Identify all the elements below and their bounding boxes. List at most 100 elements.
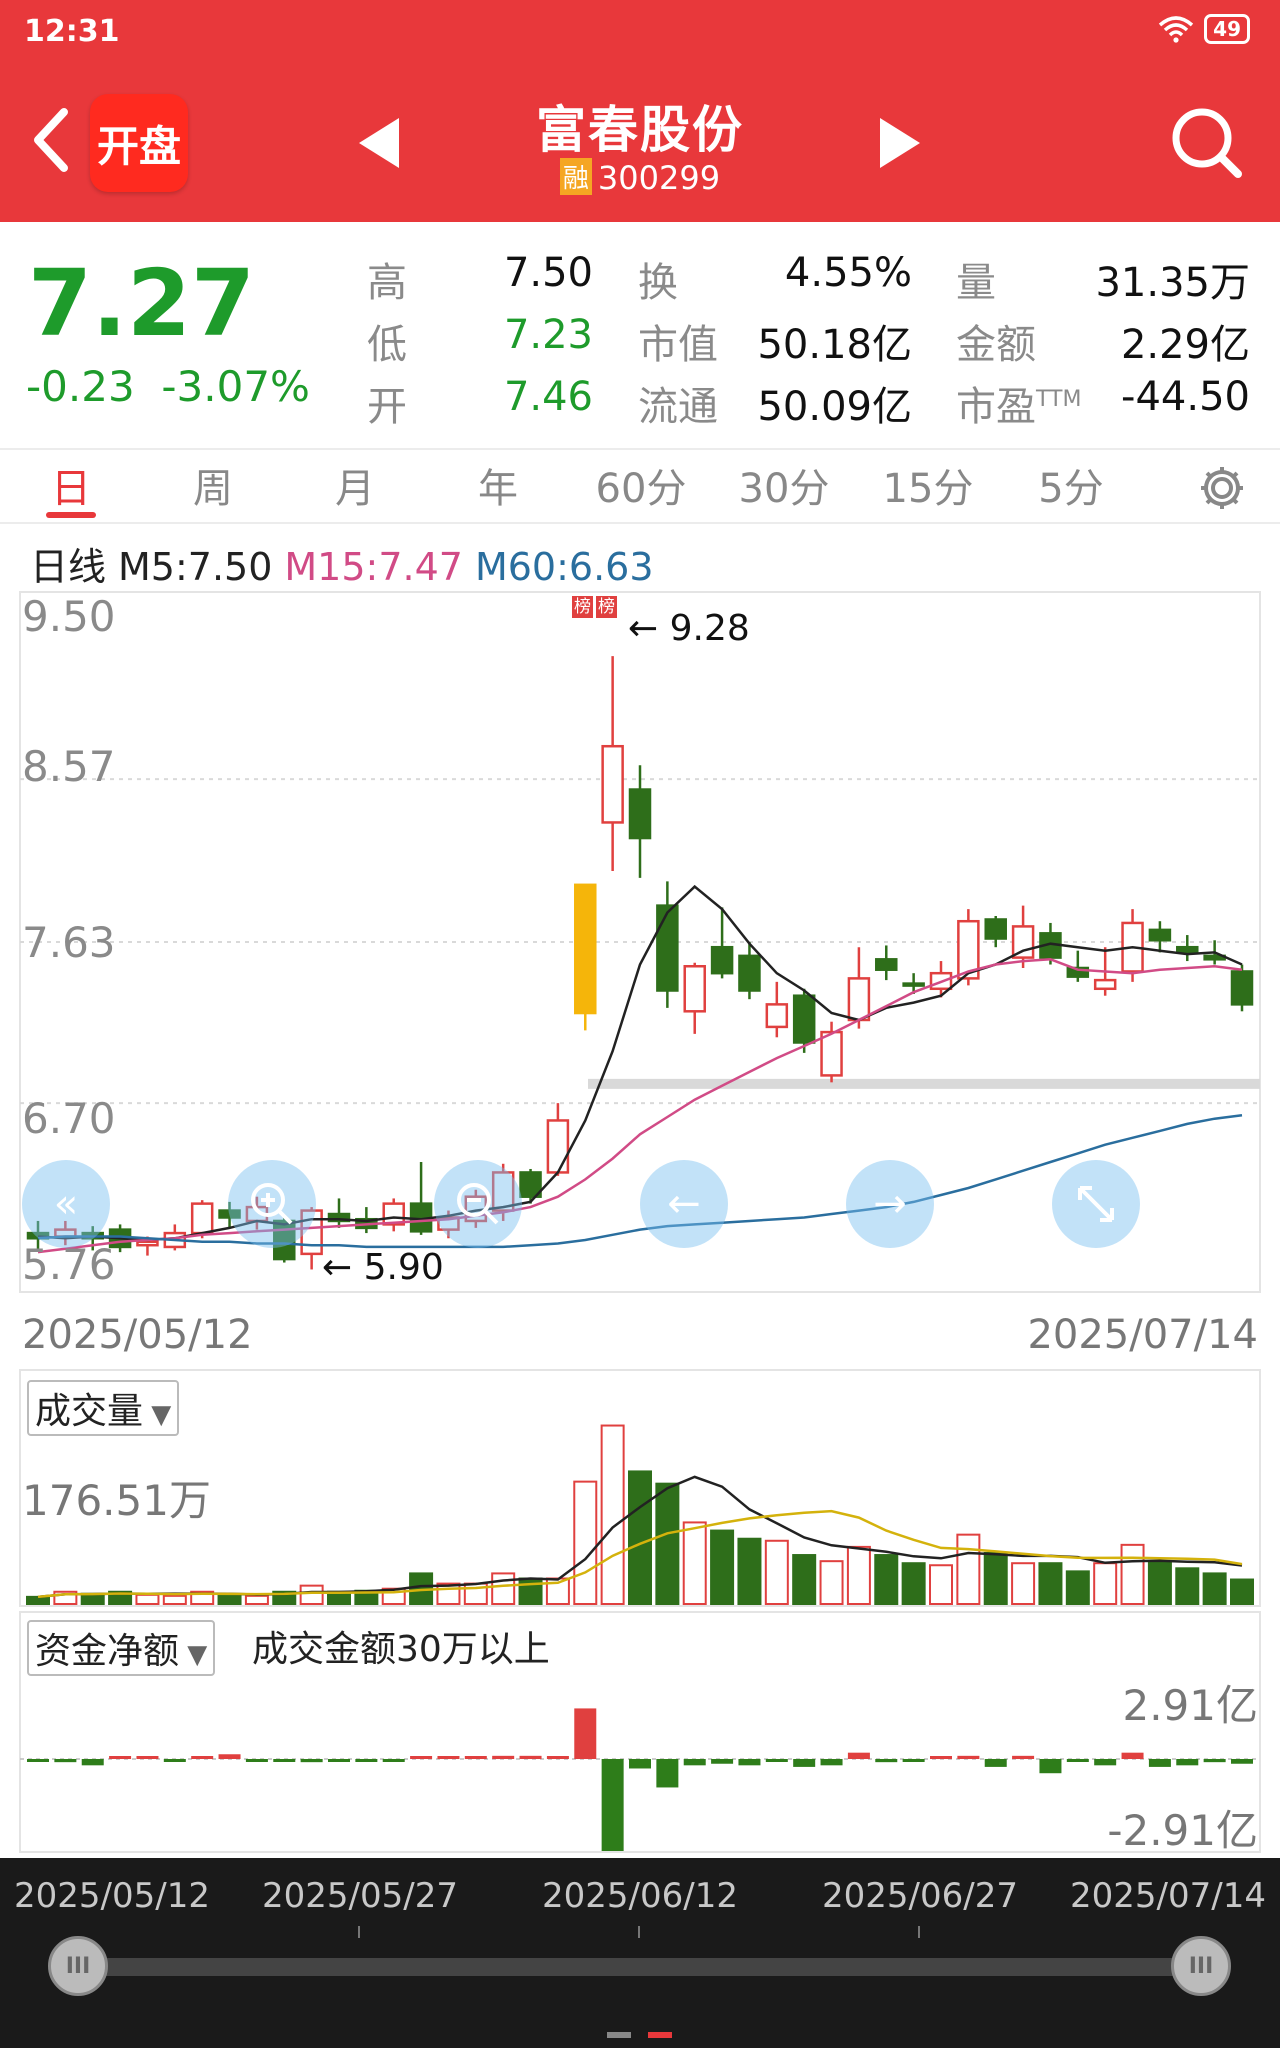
scroller-date: 2025/06/12: [542, 1876, 738, 1916]
fast-backward-button[interactable]: «: [22, 1160, 110, 1248]
fund-bar: [793, 1759, 816, 1767]
candle-body: [136, 1240, 159, 1247]
volume-bar: [244, 1594, 269, 1605]
fund-bar: [81, 1759, 104, 1766]
fund-bar: [245, 1759, 268, 1762]
fund-bar: [1148, 1759, 1171, 1767]
volume-bar: [162, 1594, 187, 1605]
candle-body: [1148, 928, 1172, 942]
scroller-tick: [918, 1926, 920, 1938]
fund-bar: [410, 1756, 433, 1759]
candle-body: [1093, 978, 1117, 991]
timeline-scroller[interactable]: 2025/05/12 2025/05/27 2025/06/12 2025/06…: [0, 1858, 1280, 2048]
volume-bar: [710, 1529, 735, 1606]
volume-bar: [299, 1584, 324, 1605]
expand-icon: [1078, 1186, 1114, 1222]
fullscreen-button[interactable]: [1052, 1160, 1140, 1248]
volume-bar: [1147, 1560, 1172, 1605]
page-indicator: [607, 2032, 631, 2038]
fund-bar: [382, 1759, 405, 1762]
double-chevron-left-icon: «: [53, 1181, 79, 1227]
arrow-right-icon: →: [873, 1181, 907, 1227]
candle-body: [710, 945, 734, 975]
volume-bar: [983, 1552, 1008, 1605]
scroll-left-button[interactable]: ←: [640, 1160, 728, 1248]
high-annotation: ← 9.28: [628, 608, 750, 649]
fund-bar: [875, 1759, 898, 1763]
candle-body: [1230, 970, 1254, 1006]
fund-bar: [136, 1756, 159, 1759]
scroller-right-handle[interactable]: III: [1171, 1936, 1231, 1996]
bang-badge: 榜: [596, 596, 617, 618]
candle-body: [984, 918, 1007, 940]
fund-bar: [574, 1708, 597, 1759]
volume-bar: [600, 1424, 625, 1606]
fund-bar: [1231, 1759, 1253, 1764]
price-axis-label: 7.63: [22, 918, 116, 967]
page-indicator-active: [648, 2032, 672, 2038]
kline-chart[interactable]: [0, 0, 1280, 1858]
volume-bar: [518, 1577, 543, 1606]
fund-bar: [328, 1759, 350, 1762]
fund-bar: [738, 1759, 761, 1766]
stock-detail-screen: { "status": { "time": "12:31", "battery"…: [0, 0, 1280, 2048]
low-annotation: ← 5.90: [322, 1247, 444, 1288]
fund-bar: [1039, 1759, 1062, 1774]
fund-bar: [1121, 1752, 1144, 1759]
fund-description: 成交金额30万以上: [252, 1629, 550, 1670]
volume-bar: [1093, 1562, 1118, 1605]
fund-bar: [1094, 1759, 1117, 1766]
volume-bar: [1202, 1572, 1227, 1606]
dropdown-arrow-icon: ▼: [179, 1640, 208, 1670]
scroller-date: 2025/05/12: [14, 1876, 210, 1916]
volume-bar: [573, 1480, 598, 1605]
fund-bar: [683, 1759, 706, 1766]
candle-body: [765, 1003, 789, 1029]
fund-max-label: 2.91亿: [1122, 1681, 1258, 1730]
bang-badge: 榜: [572, 596, 593, 618]
fund-bar: [54, 1759, 77, 1763]
volume-bar: [217, 1593, 242, 1605]
candle-body: [792, 994, 816, 1044]
fund-bar: [984, 1759, 1007, 1767]
volume-bar: [1065, 1570, 1090, 1606]
zoom-out-button[interactable]: [434, 1160, 522, 1248]
candle-body: [656, 904, 679, 992]
fund-indicator-select[interactable]: 资金净额 ▼: [27, 1620, 216, 1676]
candle-body: [1176, 945, 1199, 954]
scroller-tick: [358, 1926, 360, 1938]
range-end-date: 2025/07/14: [1027, 1312, 1258, 1358]
range-start-date: 2025/05/12: [22, 1312, 253, 1358]
volume-indicator-select[interactable]: 成交量 ▼: [27, 1380, 180, 1436]
fund-bar: [355, 1759, 378, 1762]
fund-bar: [27, 1759, 49, 1762]
candle-body: [628, 788, 652, 840]
volume-bar: [1120, 1543, 1145, 1605]
fund-bar: [464, 1756, 487, 1759]
fund-bar: [492, 1755, 515, 1759]
fund-min-label: -2.91亿: [1107, 1806, 1258, 1855]
scroll-right-button[interactable]: →: [846, 1160, 934, 1248]
fund-bar: [1066, 1759, 1089, 1762]
volume-bar: [491, 1572, 516, 1606]
volume-bar: [26, 1595, 50, 1605]
scroller-tick: [638, 1926, 640, 1938]
candle-body: [683, 965, 706, 1013]
candle-body: [820, 1030, 843, 1077]
volume-bar: [1038, 1562, 1063, 1605]
candle-body: [902, 982, 925, 987]
fund-bar: [109, 1756, 132, 1759]
scroller-left-handle[interactable]: III: [48, 1936, 108, 1996]
scroller-track[interactable]: [78, 1958, 1202, 1976]
zoom-in-button[interactable]: [228, 1160, 316, 1248]
fund-bar: [1203, 1759, 1226, 1763]
candle-body: [738, 954, 761, 992]
fund-bar: [273, 1759, 296, 1762]
fund-bar: [546, 1756, 569, 1759]
dragon-tiger-badges[interactable]: 榜榜: [572, 596, 617, 618]
price-axis-label: 9.50: [22, 592, 116, 641]
volume-bar: [655, 1482, 680, 1605]
fund-bar: [847, 1752, 870, 1759]
fund-bar: [629, 1759, 651, 1769]
fund-bar: [1176, 1759, 1199, 1766]
